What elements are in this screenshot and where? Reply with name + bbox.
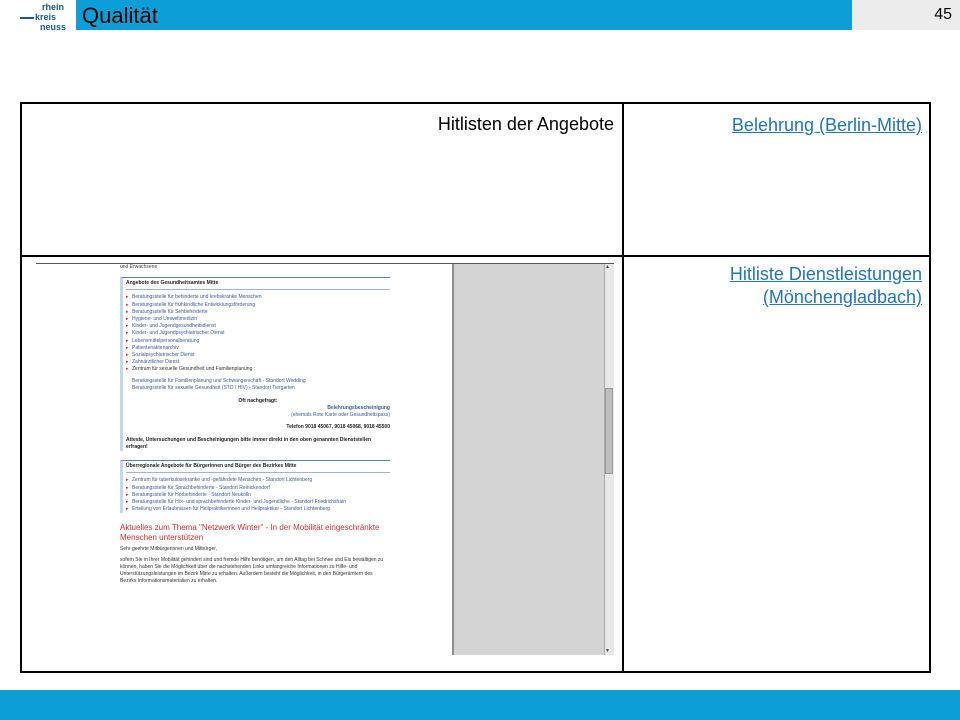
belehrung-link[interactable]: Belehrung (Berlin-Mitte) xyxy=(732,114,922,137)
sub-item: Beratungsstelle für Familienplanung und … xyxy=(132,377,306,384)
belehrungsbescheinigung: Belehrungsbescheinigung xyxy=(327,405,390,412)
list-item: Zentrum für tuberkulosekranke und -gefäh… xyxy=(126,477,390,484)
list-item: Kinder- und Jugendgesundheitsdienst xyxy=(126,323,390,330)
embedded-webpage-screenshot: und Erwachsene Angebote des Gesundheitsa… xyxy=(36,263,614,655)
list-item: Beratungsstelle für Hör- und sprachbehin… xyxy=(126,499,390,506)
atteste-note: Atteste, Untersuchungen und Bescheinigun… xyxy=(126,436,372,451)
ueberregional-box: Überregionale Angebote für Bürgerinnen u… xyxy=(120,460,390,514)
header-bar xyxy=(76,0,852,30)
list-item: Zentrum für sexuelle Gesundheit und Fami… xyxy=(126,366,390,373)
sub-item: Beratungsstelle für sexuelle Gesundheit … xyxy=(132,384,295,391)
logo-line-1: rhein xyxy=(42,2,65,12)
scroll-down-arrow-icon: ▼ xyxy=(605,648,610,654)
list-item: Beratungsstelle für Sprachbehinderte - S… xyxy=(126,485,390,492)
oft-nachgefragt: Oft nachgefragt: xyxy=(238,398,278,405)
footer-bar xyxy=(0,690,960,720)
sub-list: Beratungsstelle für Familienplanung und … xyxy=(126,378,390,392)
list-item: Kinder- und Jugendpsychiatrischer Dienst xyxy=(126,330,390,337)
list-item: Beratungsstelle für frühkindliche Entwic… xyxy=(126,302,390,309)
greeting-text: Sehr geehrte Mitbürgerinnen und Mitbürge… xyxy=(120,546,218,553)
list-item: Lebensmittelpersonalberatung xyxy=(126,338,390,345)
hitliste-dienstleistungen-link[interactable]: Hitliste Dienstleistungen (Mönchengladba… xyxy=(730,263,922,309)
list-item: Zahnärztlicher Dienst xyxy=(126,359,390,366)
scroll-up-arrow-icon: ▲ xyxy=(605,264,610,270)
hitlisten-label: Hitlisten der Angebote xyxy=(437,114,614,134)
telephone-line: Telefon 9018 45067, 9018 45068, 9018 455… xyxy=(286,423,390,430)
logo-line-2: kreis xyxy=(35,12,57,22)
gesundheitsamt-box-title: Angebote des Gesundheitsamtes Mitte xyxy=(126,280,390,291)
ueberregional-box-title: Überregionale Angebote für Bürgerinnen u… xyxy=(126,463,390,474)
gesundheitsamt-list: Beratungsstelle für behinderte und krebs… xyxy=(126,294,390,373)
list-item: Beratungsstelle für Sehbehinderte xyxy=(126,309,390,316)
screenshot-content: und Erwachsene Angebote des Gesundheitsa… xyxy=(120,264,390,655)
logo-mark xyxy=(20,17,34,19)
screenshot-gray-panel xyxy=(452,264,614,655)
list-item: Beratungsstelle für behinderte und krebs… xyxy=(126,294,390,301)
body-text: sofern Sie in Ihrer Mobilität gehindert … xyxy=(120,556,384,585)
link-line-1: Hitliste Dienstleistungen xyxy=(729,264,922,284)
list-item: Hygiene- und Umweltmedizin xyxy=(126,316,390,323)
table-column-divider xyxy=(622,104,624,671)
table-row-divider xyxy=(22,255,929,257)
logo-line-3: neuss xyxy=(40,22,67,32)
rote-karte-note: (ehemals Rote Karte oder Gesundheitspass… xyxy=(291,412,390,419)
ueberregional-list: Zentrum für tuberkulosekranke und -gefäh… xyxy=(126,477,390,513)
netzwerk-winter-title: Aktuelles zum Thema "Netzwerk Winter" - … xyxy=(120,523,380,543)
list-item: Beratungsstelle für Hörbehinderte - Stan… xyxy=(126,492,390,499)
list-item: Patientenaktenarchiv xyxy=(126,345,390,352)
list-item: Sozialpsychiatrischer Dienst xyxy=(126,352,390,359)
screenshot-scrollbar-thumb xyxy=(605,388,613,474)
screenshot-top-text: und Erwachsene xyxy=(120,264,158,270)
rhein-kreis-neuss-logo: rhein kreis neuss xyxy=(0,0,76,40)
list-item: Erteilung von Erlaubnissen für Heilprakt… xyxy=(126,506,390,513)
page-title: Qualität xyxy=(82,3,158,28)
gesundheitsamt-box: Angebote des Gesundheitsamtes Mitte Bera… xyxy=(120,277,390,452)
link-line-2: (Mönchengladbach) xyxy=(762,287,922,307)
page-number: 45 xyxy=(934,6,952,23)
